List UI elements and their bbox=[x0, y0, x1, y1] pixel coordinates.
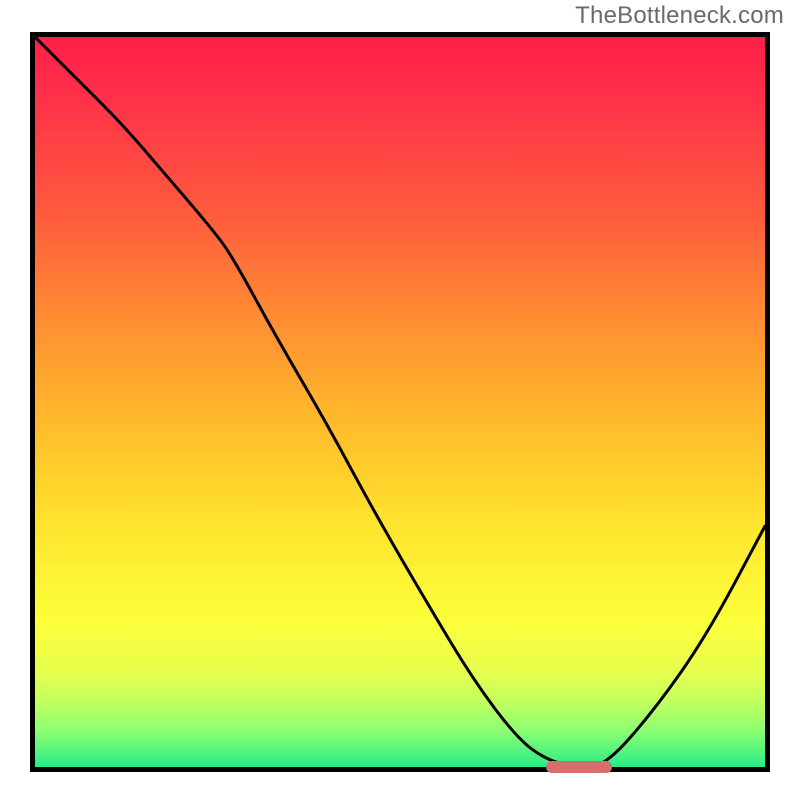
chart-container: TheBottleneck.com bbox=[0, 0, 800, 800]
watermark-text: TheBottleneck.com bbox=[575, 2, 784, 30]
bottleneck-curve bbox=[35, 37, 765, 767]
chart-frame bbox=[30, 32, 770, 772]
optimum-marker bbox=[546, 761, 612, 773]
curve-layer bbox=[35, 37, 765, 767]
